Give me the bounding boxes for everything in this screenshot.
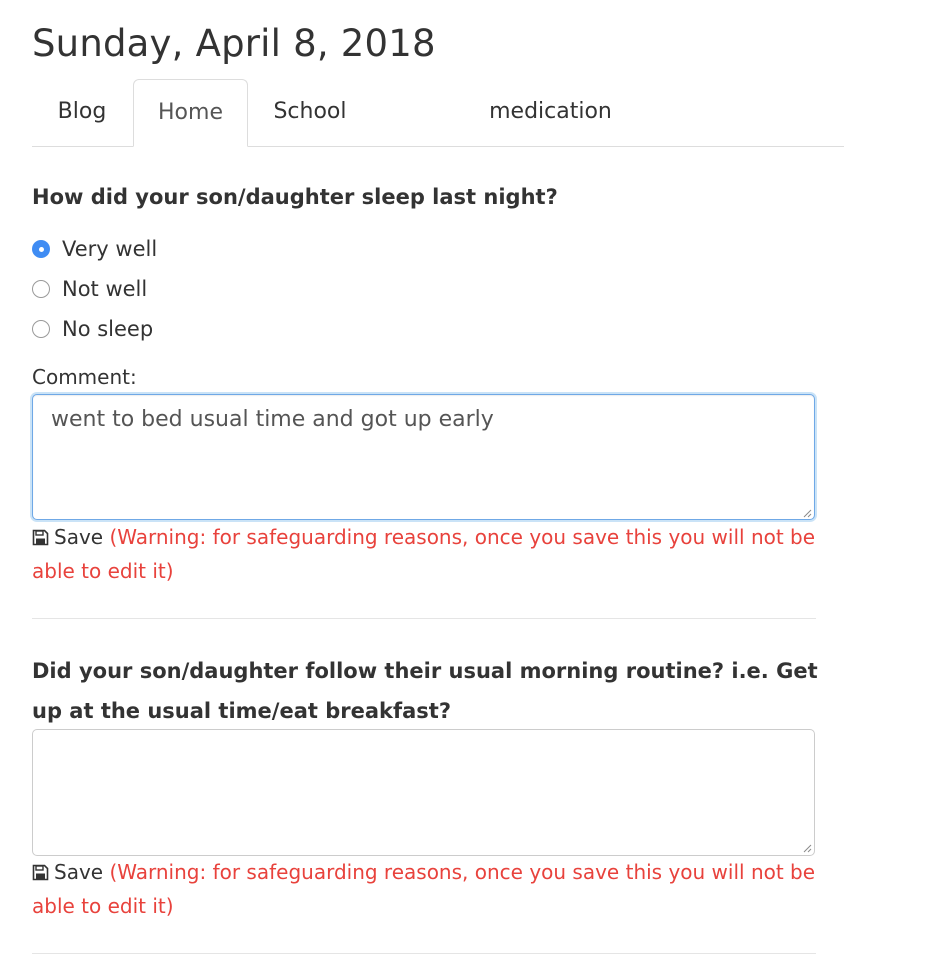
resize-grip-icon[interactable] [802,843,812,853]
save-button[interactable]: Save [32,860,103,884]
resize-grip-icon[interactable] [802,508,812,518]
save-row-routine: Save (Warning: for safeguarding reasons,… [32,855,822,923]
save-button[interactable]: Save [32,525,103,549]
comment-textarea-routine[interactable] [32,729,815,856]
radio-label: Very well [62,237,158,261]
tab-blog[interactable]: Blog [32,79,132,145]
radio-button-icon[interactable] [32,320,50,338]
tab-school[interactable]: School [248,79,372,145]
radio-option-very-well[interactable]: Very well [32,234,157,264]
radio-button-icon[interactable] [32,240,50,258]
floppy-disk-icon [32,864,49,881]
radio-button-icon[interactable] [32,280,50,298]
section-divider [32,953,816,954]
section-divider [32,618,816,619]
save-label: Save [54,525,104,549]
comment-label: Comment: [32,365,137,389]
tab-medication[interactable]: medication [432,79,669,145]
page-title: Sunday, April 8, 2018 [32,22,436,65]
save-label: Save [54,860,104,884]
question-sleep: How did your son/daughter sleep last nig… [32,185,558,209]
radio-option-no-sleep[interactable]: No sleep [32,314,153,344]
question-morning-routine: Did your son/daughter follow their usual… [32,659,818,723]
warning-text: (Warning: for safeguarding reasons, once… [32,525,816,583]
tab-home[interactable]: Home [133,79,248,147]
floppy-disk-icon [32,529,49,546]
radio-label: No sleep [62,317,154,341]
comment-textarea-sleep[interactable]: went to bed usual time and got up early [32,394,815,520]
radio-label: Not well [62,277,148,301]
warning-text: (Warning: for safeguarding reasons, once… [32,860,816,918]
tab-bar: Blog Home School medication [32,79,844,147]
save-row-sleep: Save (Warning: for safeguarding reasons,… [32,520,822,588]
radio-option-not-well[interactable]: Not well [32,274,147,304]
